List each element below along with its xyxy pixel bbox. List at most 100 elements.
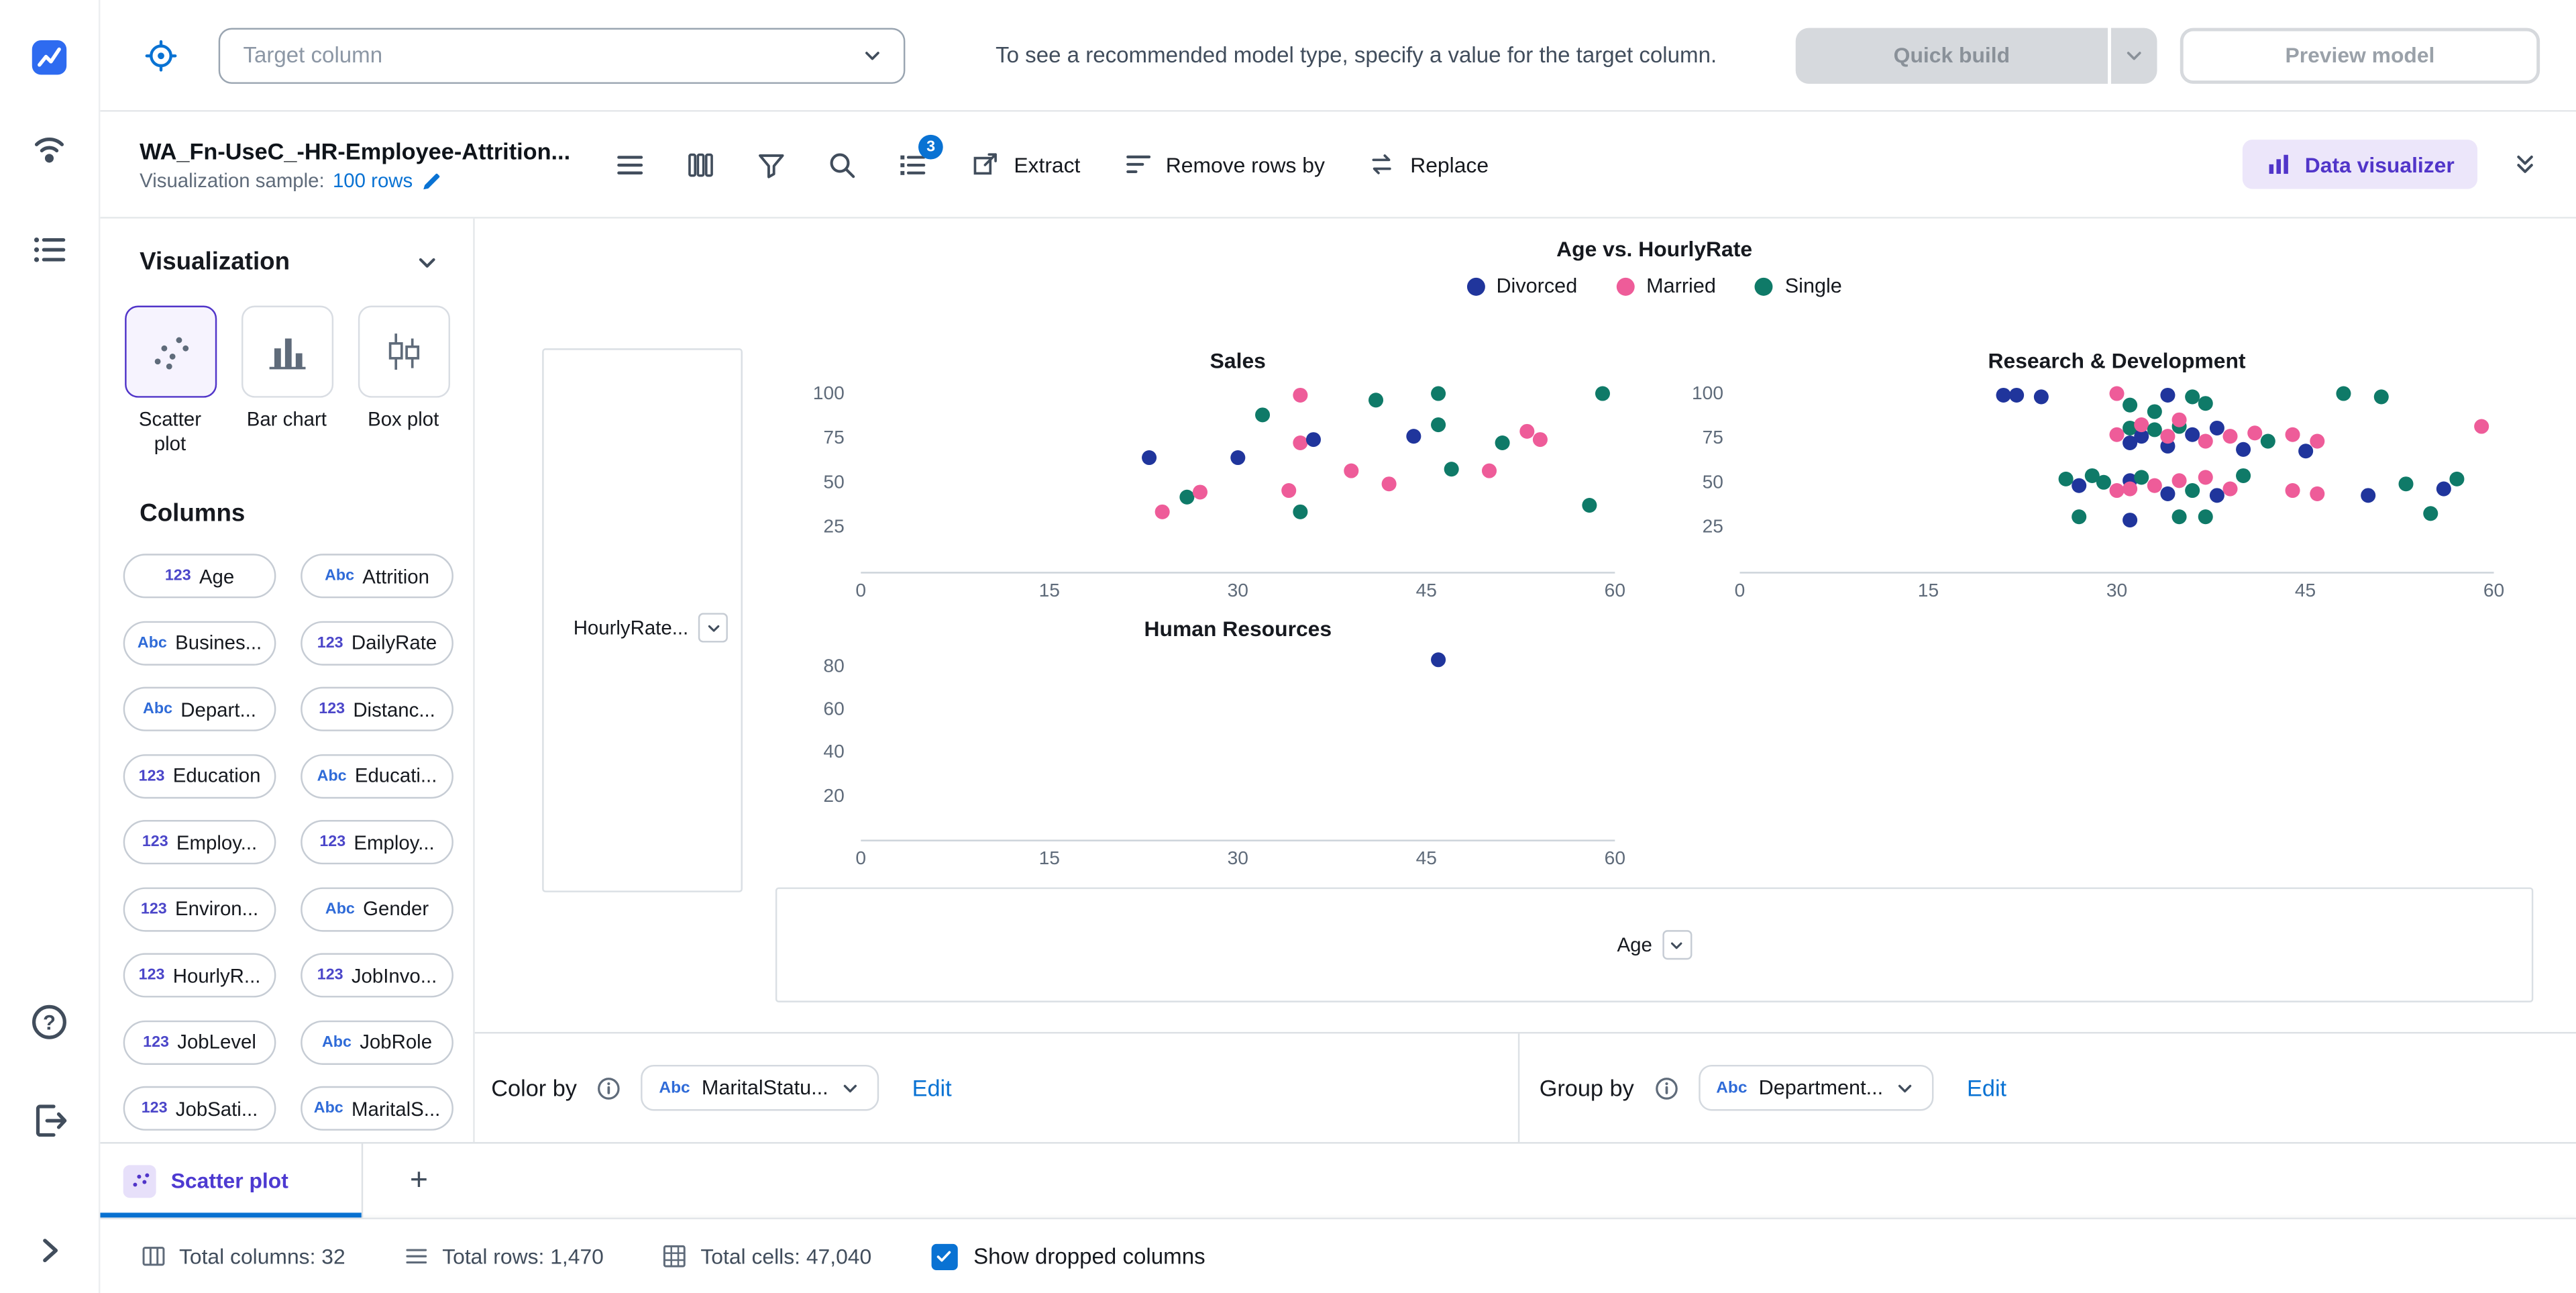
- plot-area: [861, 381, 1615, 574]
- info-icon[interactable]: [1654, 1076, 1678, 1100]
- scatter-point: [2147, 404, 2162, 419]
- app-logo-icon[interactable]: [28, 36, 71, 79]
- search-icon[interactable]: [825, 148, 858, 180]
- filter-icon[interactable]: [754, 148, 787, 180]
- column-pill[interactable]: Abc Busines...: [123, 620, 276, 665]
- x-tick-label: 45: [2294, 581, 2316, 602]
- x-variable-select[interactable]: Age: [1617, 930, 1692, 960]
- info-icon[interactable]: [596, 1076, 621, 1100]
- collapse-toolbar-icon[interactable]: [2507, 146, 2543, 183]
- column-pill[interactable]: Abc Educati...: [301, 753, 453, 798]
- column-pill[interactable]: 123 Age: [123, 554, 276, 599]
- y-tick-label: 50: [1702, 472, 1723, 493]
- tab-scatter-plot[interactable]: Scatter plot: [98, 1143, 364, 1218]
- scatter-point: [1432, 652, 1447, 668]
- column-pill[interactable]: 123 JobSati...: [123, 1086, 276, 1131]
- visualization-section-title: Visualization: [140, 248, 290, 276]
- x-tick-label: 60: [1604, 849, 1625, 870]
- chart-type-box-plot[interactable]: [357, 305, 449, 398]
- plot-area: [1739, 381, 2494, 574]
- target-column-select[interactable]: Target column: [218, 27, 906, 83]
- y-tick-label: 50: [823, 472, 845, 493]
- section-collapse-chevron-icon[interactable]: [414, 249, 440, 275]
- chart-type-label: Bar chart: [246, 407, 327, 431]
- scatter-point: [2184, 482, 2200, 498]
- scatter-point: [2222, 480, 2238, 496]
- preview-model-button[interactable]: Preview model: [2180, 27, 2540, 83]
- group-by-edit-link[interactable]: Edit: [1967, 1075, 2006, 1101]
- scatter-point: [2260, 434, 2275, 450]
- legend-item: Single: [1755, 274, 1842, 297]
- scatter-point: [1381, 477, 1397, 493]
- x-tick-label: 60: [2483, 581, 2505, 602]
- column-pill[interactable]: Abc Attrition: [301, 554, 453, 599]
- column-pill[interactable]: 123 JobInvo...: [301, 953, 453, 998]
- remove-rows-button[interactable]: Remove rows by: [1123, 150, 1325, 179]
- data-visualizer-button[interactable]: Data visualizer: [2242, 140, 2478, 189]
- row-view-icon[interactable]: [613, 148, 646, 180]
- quick-build-button[interactable]: Quick build: [1795, 27, 2108, 83]
- y-variable-select[interactable]: HourlyRate...: [574, 613, 728, 643]
- column-pill[interactable]: 123 Employ...: [123, 820, 276, 865]
- x-tick-label: 60: [1604, 581, 1625, 602]
- scatter-point: [1519, 423, 1535, 439]
- column-pill[interactable]: 123 Distanc...: [301, 686, 453, 731]
- replace-button[interactable]: Replace: [1368, 150, 1489, 179]
- x-tick-label: 0: [855, 581, 867, 602]
- model-hint-text: To see a recommended model type, specify…: [996, 42, 1717, 68]
- quick-build-dropdown-button[interactable]: [2110, 27, 2157, 83]
- total-columns-stat: Total columns: 32: [142, 1244, 345, 1269]
- column-view-icon[interactable]: [684, 148, 716, 180]
- color-by-select[interactable]: Abc MaritalStatu...: [641, 1064, 879, 1111]
- y-tick-label: 80: [823, 656, 845, 676]
- column-pill[interactable]: 123 HourlyR...: [123, 953, 276, 998]
- chart-type-bar-chart[interactable]: [240, 305, 333, 398]
- add-tab-button[interactable]: +: [386, 1143, 452, 1217]
- scatter-point: [2122, 480, 2137, 496]
- column-pill[interactable]: Abc Depart...: [123, 686, 276, 731]
- column-pill[interactable]: Abc JobRole: [301, 1019, 453, 1064]
- scatter-point: [2122, 513, 2137, 528]
- expand-panel-chevron-icon[interactable]: [28, 1229, 71, 1272]
- extract-button[interactable]: Extract: [971, 150, 1080, 179]
- steps-count-badge: 3: [918, 134, 944, 160]
- column-pill[interactable]: Abc MaritalS...: [301, 1086, 453, 1131]
- column-pill[interactable]: 123 DailyRate: [301, 620, 453, 665]
- y-tick-label: 60: [823, 700, 845, 720]
- help-icon[interactable]: ?: [28, 1000, 71, 1043]
- column-pill[interactable]: Abc Gender: [301, 886, 453, 931]
- column-pill[interactable]: 123 Employ...: [301, 820, 453, 865]
- x-axis-drop-zone[interactable]: Age: [775, 887, 2534, 1002]
- edit-pencil-icon[interactable]: [421, 168, 443, 191]
- scatter-point: [1432, 386, 1447, 401]
- autopilot-icon[interactable]: [28, 132, 71, 174]
- show-dropped-columns-toggle[interactable]: Show dropped columns: [930, 1243, 1205, 1270]
- scatter-point: [2184, 427, 2200, 442]
- scatter-point: [2335, 386, 2351, 401]
- chevron-down-icon: [1662, 930, 1692, 960]
- datasets-list-icon[interactable]: [28, 228, 71, 271]
- scatter-point: [1293, 388, 1309, 403]
- scatter-point: [2034, 390, 2049, 405]
- scatter-point: [2172, 509, 2188, 524]
- color-by-edit-link[interactable]: Edit: [912, 1075, 952, 1101]
- scatter-point: [2184, 390, 2200, 405]
- column-pill[interactable]: 123 Education: [123, 753, 276, 798]
- scatter-point: [2072, 478, 2087, 494]
- scatter-point: [2210, 420, 2225, 435]
- steps-list-icon[interactable]: 3: [896, 134, 944, 180]
- y-axis-drop-zone[interactable]: HourlyRate...: [542, 348, 743, 892]
- checkbox-checked-icon[interactable]: [930, 1243, 957, 1270]
- column-pill[interactable]: 123 Environ...: [123, 886, 276, 931]
- y-tick-label: 100: [1691, 384, 1723, 404]
- scatter-point: [2247, 425, 2263, 441]
- sign-out-icon[interactable]: [28, 1099, 71, 1142]
- group-by-select[interactable]: Abc Department...: [1698, 1064, 1935, 1111]
- sample-rows-link[interactable]: 100 rows: [333, 168, 413, 191]
- quick-build-button-group: Quick build: [1795, 27, 2157, 83]
- column-pill[interactable]: 123 JobLevel: [123, 1019, 276, 1064]
- chart-type-scatter-plot[interactable]: [123, 305, 217, 398]
- scatter-point: [2398, 477, 2414, 493]
- scatter-point: [1155, 503, 1170, 519]
- y-tick-label: 40: [823, 743, 845, 763]
